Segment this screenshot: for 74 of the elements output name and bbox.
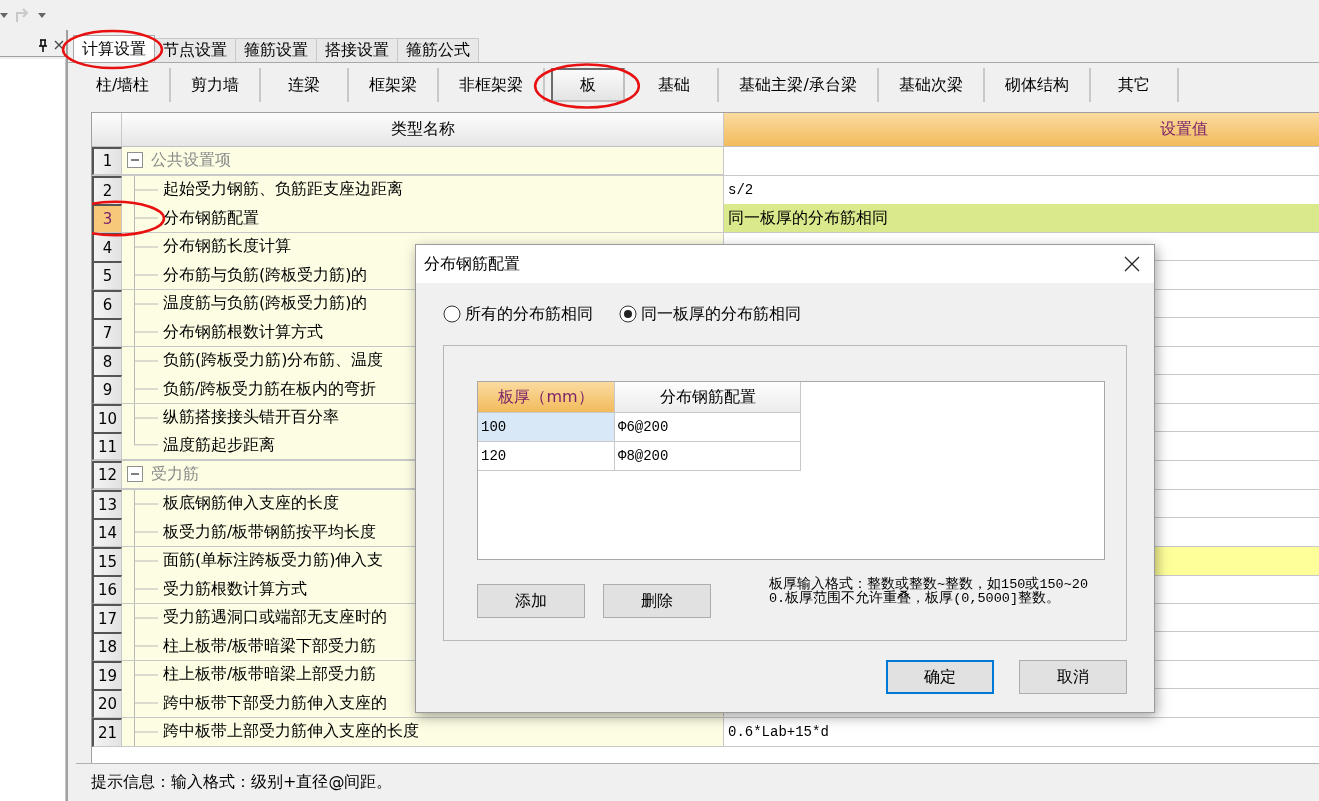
column-header[interactable]: 设置值 (724, 113, 1319, 147)
setting-name: 分布筋与负筋(跨板受力筋)的 (163, 264, 368, 286)
tab[interactable]: 箍筋设置 (235, 38, 317, 62)
dialog-title: 分布钢筋配置 (424, 253, 520, 275)
row-number[interactable]: 19 (92, 660, 122, 690)
setting-name: 板受力筋/板带钢筋按平均长度 (163, 521, 377, 543)
value-cell[interactable]: 同一板厚的分布筋相同 (724, 204, 1319, 234)
category-tab[interactable]: 其它 (1090, 68, 1179, 102)
setting-name: 负筋/跨板受力筋在板内的弯折 (163, 378, 377, 400)
row-number[interactable]: 20 (92, 689, 122, 719)
row-number[interactable]: 17 (92, 603, 122, 633)
row-number[interactable]: 10 (92, 403, 122, 433)
category-tab[interactable]: 砌体结构 (984, 68, 1091, 102)
row-number[interactable]: 16 (92, 575, 122, 605)
table-cell[interactable]: Φ8@200 (615, 442, 801, 471)
dialog-button[interactable]: 确定 (886, 660, 994, 694)
radio-option[interactable]: 所有的分布筋相同 (443, 303, 593, 325)
setting-name: 负筋(跨板受力筋)分布筋、温度 (163, 350, 384, 372)
group-name: 公共设置项 (151, 149, 231, 171)
setting-name: 受力筋遇洞口或端部无支座时的 (163, 607, 387, 629)
row-number[interactable]: 11 (92, 432, 122, 460)
category-tab[interactable]: 基础次梁 (878, 68, 985, 102)
table-cell[interactable]: 120 (478, 442, 615, 471)
setting-name: 纵筋搭接接头错开百分率 (163, 407, 339, 429)
row-number[interactable]: 14 (92, 518, 122, 548)
row-number[interactable]: 7 (92, 318, 122, 348)
setting-name: 分布钢筋配置 (163, 207, 259, 229)
category-tab[interactable]: 板 (551, 68, 626, 102)
column-header[interactable]: 分布钢筋配置 (615, 382, 801, 413)
dialog-button[interactable]: 取消 (1019, 660, 1127, 694)
hint-text: 提示信息：输入格式：级别+直径@间距。 (91, 771, 393, 793)
row-number[interactable]: 8 (92, 346, 122, 376)
row-number[interactable]: 5 (92, 261, 122, 291)
category-tab[interactable]: 连梁 (261, 68, 350, 102)
row-number[interactable]: 18 (92, 632, 122, 662)
category-tab[interactable]: 剪力墙 (171, 68, 262, 102)
row-number[interactable]: 9 (92, 375, 122, 405)
table-cell[interactable]: 100 (478, 413, 615, 442)
tab[interactable]: 箍筋公式 (397, 38, 479, 62)
radio-option[interactable]: 同一板厚的分布筋相同 (619, 303, 801, 325)
category-tab[interactable]: 基础主梁/承台梁 (719, 68, 879, 102)
action-button[interactable]: 删除 (603, 584, 711, 618)
category-tab[interactable]: 柱/墙柱 (76, 68, 172, 102)
row-number[interactable]: 6 (92, 289, 122, 319)
setting-name: 跨中板带下部受力筋伸入支座的 (163, 692, 387, 714)
setting-name: 柱上板带/板带暗梁上部受力筋 (163, 664, 377, 686)
setting-name: 温度筋与负筋(跨板受力筋)的 (163, 293, 368, 315)
column-header[interactable]: 板厚（mm） (478, 382, 615, 413)
setting-name: 受力筋根数计算方式 (163, 578, 307, 600)
input-hint: 板厚输入格式：整数或整数~整数，如150或150~200.板厚范围不允许重叠，板厚(0,5000]整数。 (769, 578, 1089, 607)
category-tab[interactable]: 基础 (631, 68, 720, 102)
row-number[interactable]: 1 (92, 147, 122, 175)
row-number[interactable]: 21 (92, 717, 122, 747)
setting-name: 柱上板带/板带暗梁下部受力筋 (163, 635, 377, 657)
row-number[interactable]: 13 (92, 489, 122, 519)
column-header[interactable]: 类型名称 (122, 113, 724, 147)
tab[interactable]: 搭接设置 (316, 38, 398, 62)
setting-name: 面筋(单标注跨板受力筋)伸入支 (163, 550, 384, 572)
row-number[interactable]: 3 (92, 204, 122, 234)
group-name: 受力筋 (151, 463, 199, 485)
setting-name: 板底钢筋伸入支座的长度 (163, 493, 339, 515)
tab[interactable]: 节点设置 (154, 38, 236, 62)
setting-name: 温度筋起步距离 (163, 435, 275, 457)
category-tab[interactable]: 非框架梁 (439, 68, 546, 102)
row-number[interactable]: 12 (92, 461, 122, 489)
category-tab[interactable]: 框架梁 (349, 68, 440, 102)
action-button[interactable]: 添加 (477, 584, 585, 618)
setting-name: 起始受力钢筋、负筋距支座边距离 (163, 179, 403, 201)
row-number[interactable]: 15 (92, 546, 122, 576)
setting-name: 分布钢筋根数计算方式 (163, 321, 323, 343)
setting-name: 跨中板带上部受力筋伸入支座的长度 (163, 721, 419, 743)
tab[interactable]: 计算设置 (73, 35, 155, 62)
table-cell[interactable]: Φ6@200 (615, 413, 801, 442)
setting-name: 分布钢筋长度计算 (163, 236, 291, 258)
